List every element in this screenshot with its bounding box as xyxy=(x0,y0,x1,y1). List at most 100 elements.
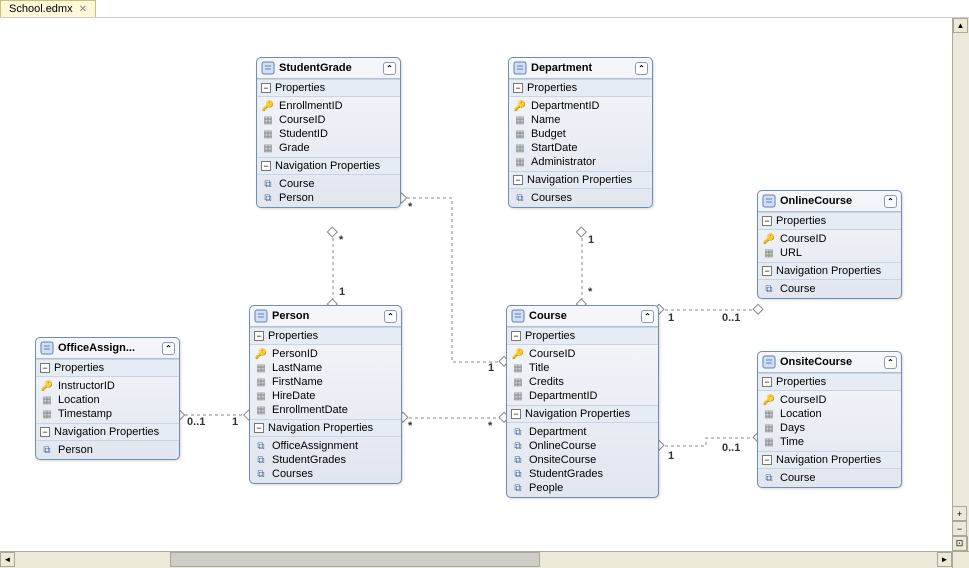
entity-student-grade[interactable]: StudentGrade ⌃ −Properties 🔑EnrollmentID… xyxy=(256,57,401,208)
collapse-icon[interactable]: ⌃ xyxy=(383,62,396,75)
collapse-minus-icon[interactable]: − xyxy=(254,331,264,341)
nav-property-row[interactable]: ⧉StudentGrades xyxy=(252,453,399,467)
scroll-up-button[interactable]: ▲ xyxy=(953,18,968,33)
property-row[interactable]: ▦DepartmentID xyxy=(509,389,656,403)
nav-property-row[interactable]: ⧉OfficeAssignment xyxy=(252,439,399,453)
entity-online-course[interactable]: OnlineCourse ⌃ −Properties 🔑CourseID ▦UR… xyxy=(757,190,902,299)
section-header[interactable]: −Navigation Properties xyxy=(758,451,901,469)
collapse-icon[interactable]: ⌃ xyxy=(162,342,175,355)
section-header[interactable]: −Navigation Properties xyxy=(758,262,901,280)
horizontal-scrollbar[interactable]: ◄ ► xyxy=(0,551,952,568)
designer-canvas[interactable]: 0..1 1 * 1 * 1 1 * 1 0..1 1 0..1 * * Off… xyxy=(0,18,952,551)
property-row[interactable]: 🔑DepartmentID xyxy=(511,99,650,113)
entity-course[interactable]: Course ⌃ −Properties 🔑CourseID ▦Title ▦C… xyxy=(506,305,659,498)
zoom-in-button[interactable]: + xyxy=(952,506,967,521)
nav-property-row[interactable]: ⧉Department xyxy=(509,425,656,439)
nav-property-row[interactable]: ⧉Course xyxy=(259,177,398,191)
nav-property-row[interactable]: ⧉Courses xyxy=(511,191,650,205)
property-row[interactable]: 🔑CourseID xyxy=(509,347,656,361)
property-row[interactable]: 🔑EnrollmentID xyxy=(259,99,398,113)
section-header[interactable]: −Properties xyxy=(250,327,401,345)
nav-property-row[interactable]: ⧉Course xyxy=(760,282,899,296)
collapse-minus-icon[interactable]: − xyxy=(762,216,772,226)
property-row[interactable]: ▦FirstName xyxy=(252,375,399,389)
collapse-minus-icon[interactable]: − xyxy=(511,331,521,341)
nav-property-row[interactable]: ⧉People xyxy=(509,481,656,495)
property-row[interactable]: ▦StudentID xyxy=(259,127,398,141)
property-row[interactable]: ▦Administrator xyxy=(511,155,650,169)
property-row[interactable]: 🔑PersonID xyxy=(252,347,399,361)
collapse-icon[interactable]: ⌃ xyxy=(884,195,897,208)
collapse-minus-icon[interactable]: − xyxy=(513,175,523,185)
entity-header[interactable]: OfficeAssign... ⌃ xyxy=(36,338,179,359)
property-row[interactable]: ▦StartDate xyxy=(511,141,650,155)
close-icon[interactable]: ✕ xyxy=(79,4,87,15)
scroll-right-button[interactable]: ► xyxy=(937,552,952,567)
nav-property-row[interactable]: ⧉Person xyxy=(259,191,398,205)
entity-header[interactable]: OnsiteCourse ⌃ xyxy=(758,352,901,373)
property-row[interactable]: ▦LastName xyxy=(252,361,399,375)
collapse-icon[interactable]: ⌃ xyxy=(635,62,648,75)
collapse-minus-icon[interactable]: − xyxy=(254,423,264,433)
nav-property-row[interactable]: ⧉OnlineCourse xyxy=(509,439,656,453)
entity-header[interactable]: Department ⌃ xyxy=(509,58,652,79)
property-row[interactable]: ▦Location xyxy=(38,393,177,407)
nav-property-row[interactable]: ⧉StudentGrades xyxy=(509,467,656,481)
zoom-fit-button[interactable]: ⊡ xyxy=(952,536,967,551)
collapse-minus-icon[interactable]: − xyxy=(40,427,50,437)
property-row[interactable]: ▦HireDate xyxy=(252,389,399,403)
nav-property-row[interactable]: ⧉Courses xyxy=(252,467,399,481)
document-tab-school[interactable]: School.edmx ✕ xyxy=(0,0,96,17)
collapse-icon[interactable]: ⌃ xyxy=(641,310,654,323)
collapse-minus-icon[interactable]: − xyxy=(513,83,523,93)
collapse-minus-icon[interactable]: − xyxy=(511,409,521,419)
property-row[interactable]: 🔑CourseID xyxy=(760,393,899,407)
property-row[interactable]: ▦Grade xyxy=(259,141,398,155)
section-header[interactable]: −Properties xyxy=(758,212,901,230)
vertical-scrollbar[interactable]: ▲ ▼ xyxy=(952,18,969,551)
property-row[interactable]: ▦EnrollmentDate xyxy=(252,403,399,417)
section-header[interactable]: − Navigation Properties xyxy=(36,423,179,441)
section-header[interactable]: −Navigation Properties xyxy=(507,405,658,423)
scroll-left-button[interactable]: ◄ xyxy=(0,552,15,567)
property-row[interactable]: 🔑InstructorID xyxy=(38,379,177,393)
section-header[interactable]: −Properties xyxy=(509,79,652,97)
section-header[interactable]: −Navigation Properties xyxy=(257,157,400,175)
property-row[interactable]: ▦Name xyxy=(511,113,650,127)
property-row[interactable]: ▦CourseID xyxy=(259,113,398,127)
zoom-out-button[interactable]: − xyxy=(952,521,967,536)
section-header[interactable]: −Properties xyxy=(507,327,658,345)
entity-header[interactable]: Person ⌃ xyxy=(250,306,401,327)
section-header[interactable]: − Properties xyxy=(36,359,179,377)
property-row[interactable]: ▦Credits xyxy=(509,375,656,389)
collapse-minus-icon[interactable]: − xyxy=(261,83,271,93)
property-row[interactable]: 🔑CourseID xyxy=(760,232,899,246)
collapse-minus-icon[interactable]: − xyxy=(762,455,772,465)
entity-department[interactable]: Department ⌃ −Properties 🔑DepartmentID ▦… xyxy=(508,57,653,208)
entity-header[interactable]: StudentGrade ⌃ xyxy=(257,58,400,79)
entity-person[interactable]: Person ⌃ −Properties 🔑PersonID ▦LastName… xyxy=(249,305,402,484)
collapse-minus-icon[interactable]: − xyxy=(762,377,772,387)
entity-onsite-course[interactable]: OnsiteCourse ⌃ −Properties 🔑CourseID ▦Lo… xyxy=(757,351,902,488)
section-header[interactable]: −Navigation Properties xyxy=(509,171,652,189)
property-row[interactable]: ▦Location xyxy=(760,407,899,421)
property-row[interactable]: ▦Time xyxy=(760,435,899,449)
property-row[interactable]: ▦URL xyxy=(760,246,899,260)
property-row[interactable]: ▦Days xyxy=(760,421,899,435)
property-row[interactable]: ▦Budget xyxy=(511,127,650,141)
section-header[interactable]: −Properties xyxy=(758,373,901,391)
scrollbar-thumb[interactable] xyxy=(170,552,540,567)
property-row[interactable]: ▦Timestamp xyxy=(38,407,177,421)
section-header[interactable]: −Navigation Properties xyxy=(250,419,401,437)
collapse-minus-icon[interactable]: − xyxy=(261,161,271,171)
collapse-minus-icon[interactable]: − xyxy=(762,266,772,276)
nav-property-row[interactable]: ⧉Person xyxy=(38,443,177,457)
entity-header[interactable]: OnlineCourse ⌃ xyxy=(758,191,901,212)
nav-property-row[interactable]: ⧉OnsiteCourse xyxy=(509,453,656,467)
entity-header[interactable]: Course ⌃ xyxy=(507,306,658,327)
nav-property-row[interactable]: ⧉Course xyxy=(760,471,899,485)
collapse-icon[interactable]: ⌃ xyxy=(384,310,397,323)
entity-office-assignment[interactable]: OfficeAssign... ⌃ − Properties 🔑Instruct… xyxy=(35,337,180,460)
property-row[interactable]: ▦Title xyxy=(509,361,656,375)
collapse-icon[interactable]: ⌃ xyxy=(884,356,897,369)
